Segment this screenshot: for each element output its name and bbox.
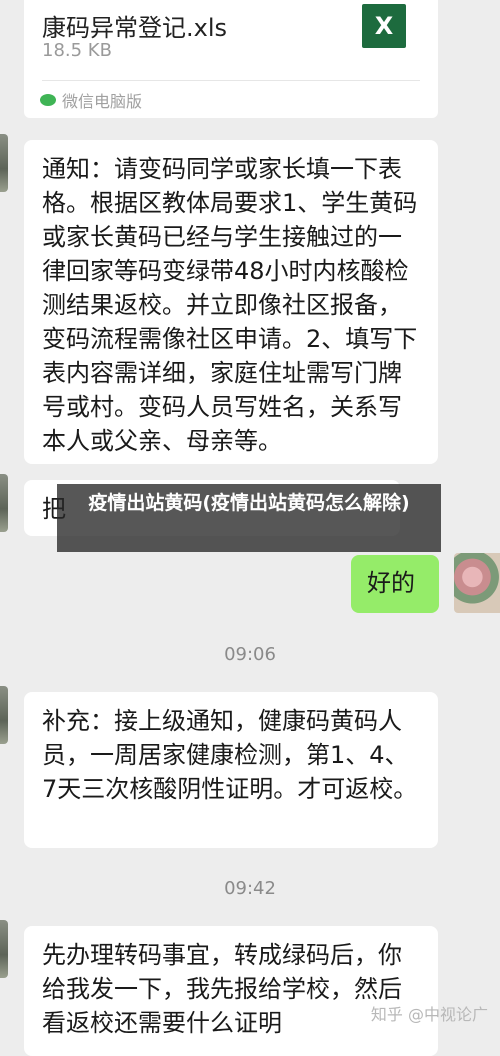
file-message-card[interactable]: 康码异常登记.xls 18.5 KB X 微信电脑版 <box>24 0 438 118</box>
wechat-icon <box>40 94 56 106</box>
watermark: 知乎 @中视论广 <box>370 1005 488 1024</box>
message-bubble-reply[interactable]: 好的 <box>351 555 439 613</box>
divider <box>42 80 420 81</box>
excel-file-icon: X <box>362 4 406 48</box>
sender-avatar[interactable] <box>0 686 8 744</box>
file-source: 微信电脑版 <box>40 88 142 112</box>
message-bubble-notice[interactable]: 通知：请变码同学或家长填一下表格。根据区教体局要求1、学生黄码或家长黄码已经与学… <box>24 140 438 464</box>
my-avatar[interactable] <box>454 553 500 613</box>
message-bubble-question[interactable]: 先办理转码事宜，转成绿码后，你给我发一下，我先报给学校，然后看返校还需要什么证明 <box>24 926 438 1056</box>
message-text: 先办理转码事宜，转成绿码后，你给我发一下，我先报给学校，然后看返校还需要什么证明 <box>42 941 402 1037</box>
sender-avatar[interactable] <box>0 474 8 532</box>
message-text: 好的 <box>367 569 415 597</box>
article-title-overlay: 疫情出站黄码(疫情出站黄码怎么解除) <box>57 484 441 552</box>
file-name: 康码异常登记.xls <box>42 14 228 42</box>
sender-avatar[interactable] <box>0 134 8 192</box>
timestamp: 09:06 <box>224 644 276 665</box>
file-size: 18.5 KB <box>42 40 112 61</box>
sender-avatar[interactable] <box>0 920 8 978</box>
message-text: 通知：请变码同学或家长填一下表格。根据区教体局要求1、学生黄码或家长黄码已经与学… <box>42 155 418 455</box>
message-text: 补充：接上级通知，健康码黄码人员，一周居家健康检测，第1、4、7天三次核酸阴性证… <box>42 707 418 803</box>
timestamp: 09:42 <box>224 878 276 899</box>
file-source-label: 微信电脑版 <box>62 92 143 111</box>
message-bubble-supplement[interactable]: 补充：接上级通知，健康码黄码人员，一周居家健康检测，第1、4、7天三次核酸阴性证… <box>24 692 438 848</box>
